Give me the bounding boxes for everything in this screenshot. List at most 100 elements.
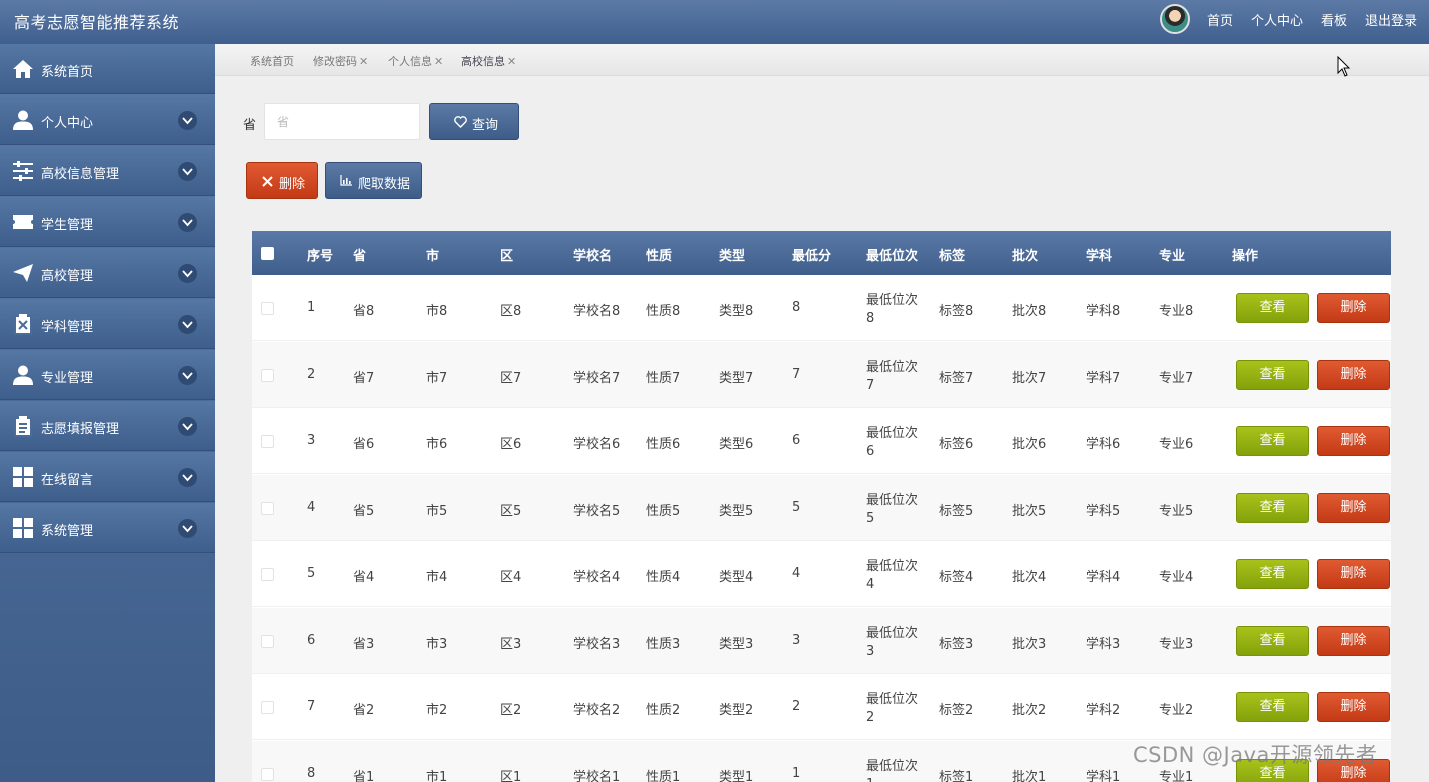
cell-min-rank-line1: 最低位次 <box>866 625 919 641</box>
view-button[interactable]: 查看 <box>1236 559 1309 589</box>
tab-change-password[interactable]: 修改密码 ✕ <box>313 53 368 69</box>
view-button[interactable]: 查看 <box>1236 293 1309 323</box>
cell-no: 4 <box>307 499 316 515</box>
col-batch: 批次 <box>1012 249 1039 264</box>
cell-district: 区5 <box>500 503 522 519</box>
cell-city: 市2 <box>426 703 448 718</box>
cell-min-rank-line1: 最低位次 <box>866 426 919 441</box>
chevron-down-icon[interactable] <box>178 417 197 436</box>
view-button[interactable]: 查看 <box>1236 492 1309 523</box>
province-search-input[interactable] <box>264 103 420 140</box>
sidebar-item-students[interactable]: 学生管理 <box>0 197 215 247</box>
close-icon[interactable]: ✕ <box>359 55 368 68</box>
col-city: 市 <box>426 249 440 264</box>
chevron-down-icon[interactable] <box>178 162 197 181</box>
cell-province: 省7 <box>353 370 375 386</box>
sidebar-item-majors[interactable]: 专业管理 <box>0 350 215 400</box>
query-button[interactable]: 查询 <box>429 103 519 140</box>
nav-logout-link[interactable]: 退出登录 <box>1365 10 1417 29</box>
sidebar-item-messages[interactable]: 在线留言 <box>0 452 215 502</box>
cell-no: 6 <box>307 632 316 648</box>
cell-no: 7 <box>307 699 316 714</box>
cell-min-rank-line2: 6 <box>866 444 875 459</box>
college-table: 序号 省 市 区 学校名 性质 类型 最低分 最低位次 标签 批次 学科 专业 … <box>252 231 1391 782</box>
view-button[interactable]: 查看 <box>1236 692 1309 722</box>
row-checkbox[interactable] <box>261 634 274 648</box>
crawl-data-button[interactable]: 爬取数据 <box>325 162 422 199</box>
tab-home[interactable]: 系统首页 <box>250 53 294 69</box>
sidebar-item-label: 高校管理 <box>41 269 94 284</box>
nav-dashboard-link[interactable]: 看板 <box>1321 10 1347 29</box>
delete-button[interactable]: 删除 <box>1317 293 1390 323</box>
sidebar-item-college-info[interactable]: 高校信息管理 <box>0 146 215 196</box>
row-checkbox[interactable] <box>261 435 274 448</box>
chevron-down-icon[interactable] <box>178 468 197 487</box>
row-checkbox[interactable] <box>261 568 274 581</box>
sidebar-item-colleges[interactable]: 高校管理 <box>0 248 215 298</box>
select-all-checkbox[interactable] <box>261 247 274 260</box>
cell-school: 学校名5 <box>573 503 621 519</box>
sidebar-item-home[interactable]: 系统首页 <box>0 44 215 94</box>
nav-home-link[interactable]: 首页 <box>1207 10 1233 29</box>
province-label: 省 <box>243 118 257 133</box>
cell-tag: 标签5 <box>939 503 974 519</box>
batch-delete-button[interactable]: 删除 <box>246 162 318 199</box>
cell-school: 学校名7 <box>573 370 621 386</box>
close-icon[interactable]: ✕ <box>507 55 516 68</box>
close-icon[interactable]: ✕ <box>434 55 443 68</box>
sidebar-item-applications[interactable]: 志愿填报管理 <box>0 401 215 451</box>
cell-city: 市6 <box>426 437 448 452</box>
cell-min-rank-line2: 3 <box>866 643 875 659</box>
cell-city: 市5 <box>426 503 448 519</box>
view-button[interactable]: 查看 <box>1236 426 1309 456</box>
cell-subject: 学科3 <box>1086 636 1121 652</box>
col-nature: 性质 <box>646 249 673 264</box>
delete-button[interactable]: 删除 <box>1317 359 1390 390</box>
delete-button[interactable]: 删除 <box>1317 559 1390 589</box>
row-checkbox[interactable] <box>261 368 274 382</box>
delete-button[interactable]: 删除 <box>1317 625 1390 656</box>
row-checkbox[interactable] <box>261 501 274 515</box>
view-button[interactable]: 查看 <box>1236 625 1309 656</box>
chevron-down-icon[interactable] <box>178 111 197 130</box>
cell-nature: 性质5 <box>646 503 681 519</box>
cell-district: 区4 <box>500 570 522 585</box>
sidebar-item-label: 志愿填报管理 <box>41 422 120 437</box>
cell-no: 3 <box>307 433 316 448</box>
cell-type: 类型4 <box>719 570 754 585</box>
cell-type: 类型8 <box>719 304 754 319</box>
tab-personal-info[interactable]: 个人信息 ✕ <box>388 53 443 69</box>
cell-tag: 标签3 <box>939 636 974 652</box>
chevron-down-icon[interactable] <box>178 213 197 232</box>
col-province: 省 <box>353 249 367 264</box>
table-row: 2 省7 市7 区7 学校名7 性质7 类型7 7 标签7 批次7 学科7 专业7 最低位次 7 查看 删除 <box>252 341 1391 408</box>
cell-subject: 学科1 <box>1086 769 1121 782</box>
chevron-down-icon[interactable] <box>178 366 197 385</box>
cell-major: 专业2 <box>1159 703 1194 718</box>
row-checkbox[interactable] <box>261 302 274 315</box>
chevron-down-icon[interactable] <box>178 519 197 538</box>
sidebar-item-profile[interactable]: 个人中心 <box>0 95 215 145</box>
delete-button[interactable]: 删除 <box>1317 492 1390 523</box>
nav-profile-link[interactable]: 个人中心 <box>1251 10 1303 29</box>
delete-button[interactable]: 删除 <box>1317 692 1390 722</box>
heart-icon <box>454 116 467 128</box>
delete-button[interactable]: 删除 <box>1317 426 1390 456</box>
row-checkbox[interactable] <box>261 701 274 714</box>
tab-college-info[interactable]: 高校信息 ✕ <box>461 53 516 69</box>
sidebar-item-disciplines[interactable]: 学科管理 <box>0 299 215 349</box>
cell-min-rank-line2: 7 <box>866 377 875 393</box>
cell-nature: 性质7 <box>646 370 681 386</box>
cell-subject: 学科4 <box>1086 570 1121 585</box>
cell-major: 专业3 <box>1159 636 1194 652</box>
view-button[interactable]: 查看 <box>1236 359 1309 390</box>
avatar[interactable] <box>1160 4 1190 34</box>
chevron-down-icon[interactable] <box>178 315 197 334</box>
chevron-down-icon[interactable] <box>178 264 197 283</box>
row-checkbox[interactable] <box>261 767 274 781</box>
sidebar-item-system[interactable]: 系统管理 <box>0 503 215 553</box>
cell-city: 市8 <box>426 304 448 319</box>
grid-icon <box>13 518 33 538</box>
cell-nature: 性质8 <box>646 304 681 319</box>
cell-district: 区8 <box>500 304 522 319</box>
